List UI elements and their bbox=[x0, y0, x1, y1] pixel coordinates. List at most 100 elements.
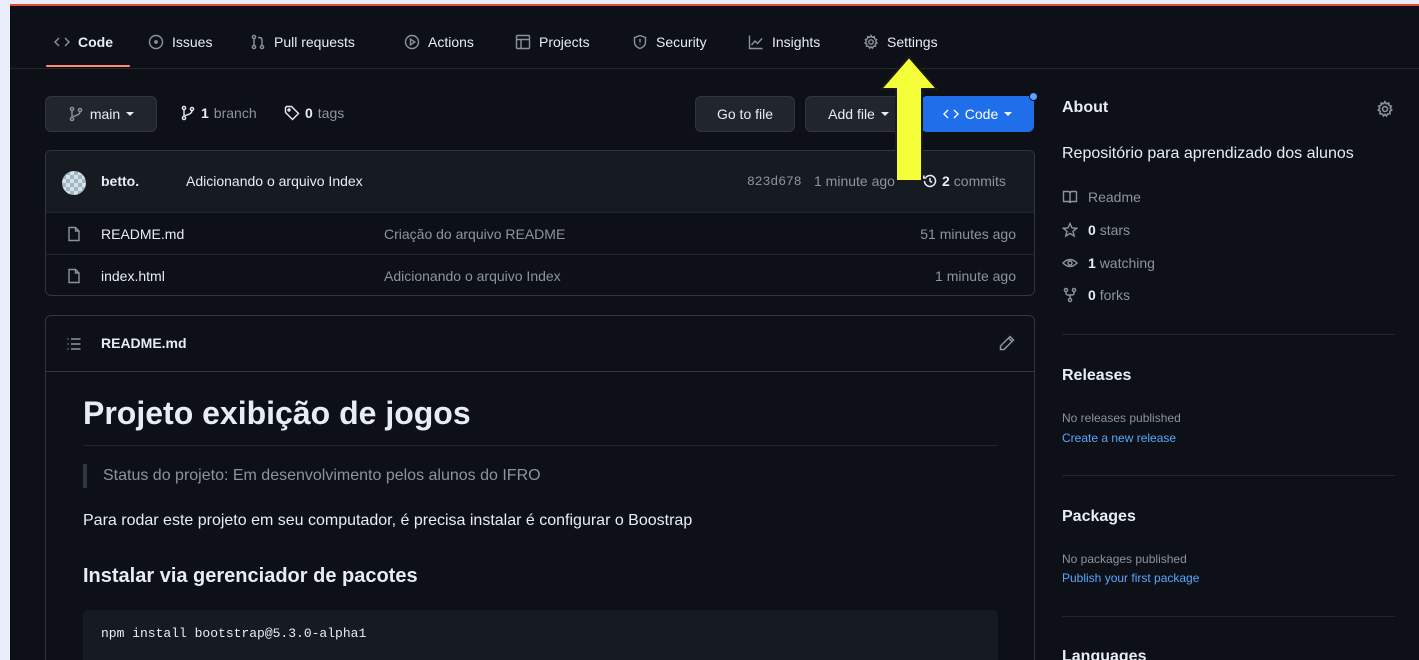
tab-actions[interactable]: Actions bbox=[404, 26, 474, 58]
file-row[interactable]: index.html Adicionando o arquivo Index 1… bbox=[46, 255, 1034, 295]
chevron-down-icon bbox=[126, 112, 135, 116]
file-name[interactable]: README.md bbox=[101, 226, 184, 242]
readme-link-label: Readme bbox=[1088, 189, 1141, 205]
commit-author[interactable]: betto. bbox=[101, 173, 139, 189]
graph-icon bbox=[748, 35, 763, 50]
readme-heading: Projeto exibição de jogos bbox=[83, 395, 471, 431]
stars-word: stars bbox=[1099, 222, 1131, 238]
readme-header: README.md bbox=[46, 316, 1034, 372]
packages-empty-text: No packages published bbox=[1062, 552, 1187, 566]
about-description: Repositório para aprendizado dos alunos bbox=[1062, 145, 1354, 162]
add-file-label: Add file bbox=[828, 106, 875, 122]
go-to-file-button[interactable]: Go to file bbox=[695, 96, 795, 132]
watching-word: watching bbox=[1099, 255, 1155, 271]
readme-filename[interactable]: README.md bbox=[101, 335, 187, 351]
packages-heading[interactable]: Packages bbox=[1062, 508, 1136, 526]
repo-nav: Code Issues Pull requests Actions Projec… bbox=[10, 6, 1419, 69]
tab-settings[interactable]: Settings bbox=[863, 26, 938, 58]
forks-count: 0 bbox=[1088, 287, 1096, 303]
branches-link[interactable]: 1 branch bbox=[180, 103, 257, 123]
create-release-link[interactable]: Create a new release bbox=[1062, 431, 1176, 445]
fork-icon bbox=[1063, 287, 1077, 303]
tab-label: Security bbox=[656, 34, 707, 50]
star-icon bbox=[1062, 222, 1078, 238]
avatar[interactable] bbox=[62, 171, 86, 195]
tab-label: Insights bbox=[772, 34, 821, 50]
gear-icon[interactable] bbox=[1376, 100, 1394, 118]
tab-label: Settings bbox=[887, 34, 938, 50]
commit-message[interactable]: Adicionando o arquivo Index bbox=[186, 173, 363, 189]
code-block-text[interactable]: npm install bootstrap@5.3.0-alpha1 bbox=[101, 626, 366, 641]
file-icon bbox=[68, 226, 80, 242]
tab-label: Pull requests bbox=[274, 34, 355, 50]
tab-code[interactable]: Code bbox=[54, 26, 113, 58]
chevron-down-icon bbox=[1004, 112, 1013, 116]
forks-link[interactable]: 0 forks bbox=[1062, 287, 1130, 303]
code-block: npm install bootstrap@5.3.0-alpha1 bbox=[83, 610, 998, 660]
publish-package-link[interactable]: Publish your first package bbox=[1062, 571, 1199, 585]
forks-word: forks bbox=[1099, 287, 1131, 303]
languages-heading: Languages bbox=[1062, 648, 1147, 660]
code-button-label: Code bbox=[964, 106, 999, 122]
file-row[interactable]: README.md Criação do arquivo README 51 m… bbox=[46, 213, 1034, 255]
readme-paragraph: Para rodar este projeto em seu computado… bbox=[83, 512, 693, 529]
tab-label: Code bbox=[78, 34, 113, 50]
window-frame-left bbox=[0, 0, 10, 660]
tag-count: 0 bbox=[305, 105, 313, 121]
readme-link[interactable]: Readme bbox=[1062, 189, 1141, 205]
tab-pull-requests[interactable]: Pull requests bbox=[250, 26, 355, 58]
file-name[interactable]: index.html bbox=[101, 268, 165, 284]
pencil-icon[interactable] bbox=[998, 334, 1016, 352]
pull-request-icon bbox=[251, 34, 265, 50]
tab-label: Actions bbox=[428, 34, 474, 50]
notification-dot bbox=[1029, 92, 1038, 101]
branch-word: branch bbox=[213, 105, 257, 121]
eye-icon bbox=[1062, 258, 1078, 268]
table-icon bbox=[515, 34, 531, 50]
stars-link[interactable]: 0 stars bbox=[1062, 222, 1130, 238]
tag-word: tags bbox=[317, 105, 345, 121]
annotation-arrow-icon bbox=[878, 55, 940, 182]
heading-divider bbox=[83, 445, 998, 446]
tags-link[interactable]: 0 tags bbox=[284, 103, 344, 123]
releases-heading[interactable]: Releases bbox=[1062, 367, 1131, 385]
active-tab-indicator bbox=[46, 65, 130, 67]
stars-count: 0 bbox=[1088, 222, 1096, 238]
commit-hash[interactable]: 823d678 bbox=[747, 174, 802, 189]
tab-security[interactable]: Security bbox=[632, 26, 707, 58]
commit-count: 2 bbox=[942, 173, 950, 189]
branch-name: main bbox=[89, 106, 121, 122]
sidebar-divider bbox=[1062, 334, 1395, 335]
issue-icon bbox=[148, 34, 164, 50]
sidebar-divider bbox=[1062, 616, 1395, 617]
tab-label: Projects bbox=[539, 34, 590, 50]
tag-icon bbox=[284, 105, 300, 121]
file-commit-message[interactable]: Adicionando o arquivo Index bbox=[384, 268, 561, 284]
go-to-file-label: Go to file bbox=[716, 106, 774, 122]
branch-select-button[interactable]: main bbox=[45, 96, 157, 132]
file-commit-time: 1 minute ago bbox=[935, 268, 1016, 284]
file-icon bbox=[68, 268, 80, 284]
about-heading: About bbox=[1062, 99, 1109, 116]
tab-issues[interactable]: Issues bbox=[148, 26, 212, 58]
book-icon bbox=[1062, 190, 1078, 204]
readme-blockquote: Status do projeto: Em desenvolvimento pe… bbox=[83, 464, 541, 488]
branch-icon bbox=[69, 106, 83, 122]
watching-link[interactable]: 1 watching bbox=[1062, 255, 1155, 271]
file-commit-message[interactable]: Criação do arquivo README bbox=[384, 226, 565, 242]
code-icon bbox=[54, 37, 70, 47]
play-icon bbox=[404, 34, 420, 50]
branch-count: 1 bbox=[201, 105, 209, 121]
list-icon[interactable] bbox=[66, 336, 82, 352]
tab-label: Issues bbox=[172, 34, 213, 50]
commit-word: commits bbox=[953, 173, 1006, 189]
tab-projects[interactable]: Projects bbox=[515, 26, 590, 58]
code-icon bbox=[942, 109, 959, 119]
shield-icon bbox=[633, 34, 647, 50]
branch-icon bbox=[181, 105, 195, 121]
gear-icon bbox=[863, 34, 879, 50]
watching-count: 1 bbox=[1088, 255, 1096, 271]
readme-panel: README.md Projeto exibição de jogos Stat… bbox=[45, 315, 1035, 660]
file-commit-time: 51 minutes ago bbox=[920, 226, 1016, 242]
tab-insights[interactable]: Insights bbox=[748, 26, 820, 58]
